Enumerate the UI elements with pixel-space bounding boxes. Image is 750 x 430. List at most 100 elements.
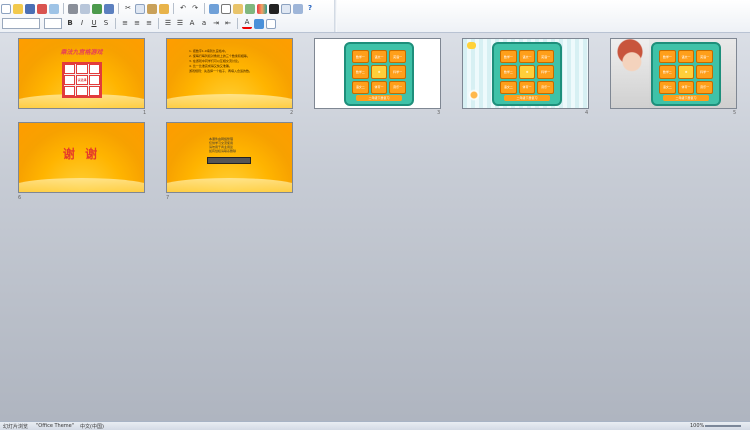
cut-icon[interactable]: ✂ (123, 4, 133, 14)
insert-icon[interactable] (245, 3, 255, 14)
numbering-icon[interactable]: ☰ (175, 19, 185, 29)
print-icon[interactable] (68, 3, 78, 14)
game-cell: 数学二 (352, 65, 369, 79)
nine-grid: 请选择 (62, 62, 102, 98)
slide-title: 乘法九宫格游戏 (60, 49, 103, 56)
game-cell: 体育一 (370, 80, 388, 94)
game-cell: 语文一 (370, 50, 388, 64)
grid-cell (88, 86, 100, 96)
align-right-icon[interactable]: ≡ (144, 19, 154, 29)
grid-cell (76, 86, 88, 96)
game-board: 数学一 语文一 英语一 数学二 ✚ 科学一 语文二 体育一 音乐一 二年级下册复… (492, 42, 562, 106)
grid-cell (88, 64, 100, 74)
game-grid: 数学一 语文一 英语一 数学二 ✚ 科学一 语文二 体育一 音乐一 (659, 50, 713, 94)
wave-decoration (167, 94, 292, 108)
bold-icon[interactable]: B (65, 19, 75, 29)
game-cell: 体育一 (518, 80, 536, 94)
design-icon[interactable] (254, 18, 264, 29)
chart-icon[interactable] (233, 3, 243, 14)
game-cell: 数学二 (659, 65, 676, 79)
outdent-icon[interactable]: ⇤ (223, 19, 233, 29)
game-cell: 数学一 (659, 50, 676, 64)
open-icon[interactable] (13, 3, 23, 14)
align-left-icon[interactable]: ≡ (120, 19, 130, 29)
new-slide-icon[interactable] (266, 18, 276, 29)
research-icon[interactable] (104, 3, 114, 14)
bullets-icon[interactable]: ☰ (163, 19, 173, 29)
indent-icon[interactable]: ⇥ (211, 19, 221, 29)
game-center-icon: ✚ (677, 65, 695, 79)
game-cell: 数学一 (352, 50, 369, 64)
new-icon[interactable] (1, 3, 11, 14)
slide-thumbnail[interactable]: 1. 把数字1-9填到九宫格中。 2. 使每行每列和对角线上的三个数乘积相等。 … (166, 38, 293, 109)
print-preview-icon[interactable] (80, 3, 90, 14)
expand-icon[interactable] (281, 3, 291, 14)
slide-thumbnail[interactable]: 数学一 语文一 英语一 数学二 ✚ 科学一 语文二 体育一 音乐一 二年级下册复… (462, 38, 589, 109)
toolbar-separator (115, 18, 116, 29)
shadow-icon[interactable]: S (101, 19, 111, 29)
slide-number: 4 (585, 110, 589, 116)
slide-thumbnail[interactable]: 数学一 语文一 英语一 数学二 ✚ 科学一 语文二 体育一 音乐一 二年级下册复… (314, 38, 441, 109)
game-cell: 语文二 (659, 80, 676, 94)
font-color-icon[interactable]: A (242, 19, 252, 29)
board-footer: 二年级下册复习 (504, 95, 550, 101)
game-cell: 音乐一 (537, 80, 554, 94)
zoom-slider[interactable] (705, 425, 741, 427)
slide-thumbnail[interactable]: 数学一 语文一 英语一 数学二 ✚ 科学一 语文二 体育一 音乐一 二年级下册复… (610, 38, 737, 109)
grid-cell (76, 64, 88, 74)
increase-font-icon[interactable]: A (187, 19, 197, 29)
text-line: 游戏规则：先选择一个格子，再填入合适的数。 (189, 69, 253, 73)
game-cell: 英语一 (537, 50, 554, 64)
grid-cell (64, 64, 76, 74)
toolbar-separator (118, 3, 119, 14)
game-grid: 数学一 语文一 英语一 数学二 ✚ 科学一 语文二 体育一 音乐一 (352, 50, 406, 94)
slide-text: 本课件由网络整理 仅供学习交流使用 请勿用于商业用途 如有侵权请联系删除 (209, 137, 236, 153)
board-footer: 二年级下册复习 (663, 95, 709, 101)
grid-cell: 请选择 (76, 75, 88, 85)
game-center-icon: ✚ (518, 65, 536, 79)
copy-icon[interactable] (135, 3, 145, 14)
game-cell: 数学二 (500, 65, 517, 79)
save-icon[interactable] (25, 3, 35, 14)
grayscale-icon[interactable] (269, 3, 279, 14)
spelling-icon[interactable] (92, 3, 102, 14)
sun-icon (467, 42, 476, 49)
redo-icon[interactable]: ↷ (190, 4, 200, 14)
slide-thumbnail[interactable]: 乘法九宫格游戏 请选择 (18, 38, 145, 109)
text-line: 如有侵权请联系删除 (209, 149, 237, 153)
underline-icon[interactable]: U (89, 19, 99, 29)
toolbar-separator (204, 3, 205, 14)
game-grid: 数学一 语文一 英语一 数学二 ✚ 科学一 语文二 体育一 音乐一 (500, 50, 554, 94)
font-name-combo[interactable] (2, 18, 40, 29)
game-cell: 语文二 (500, 80, 517, 94)
paste-icon[interactable] (147, 3, 157, 14)
help-icon[interactable]: ? (305, 4, 315, 14)
thanks-text: 谢 谢 (62, 147, 101, 161)
toolbar-separator (173, 3, 174, 14)
hyperlink-icon[interactable] (209, 3, 219, 14)
format-painter-icon[interactable] (159, 3, 169, 14)
email-icon[interactable] (49, 3, 59, 14)
character-illustration (611, 39, 649, 108)
game-cell: 科学一 (696, 65, 713, 79)
undo-icon[interactable]: ↶ (178, 4, 188, 14)
center-icon[interactable]: ≡ (132, 19, 142, 29)
permission-icon[interactable] (37, 3, 47, 14)
slide-thumbnail[interactable]: 谢 谢 (18, 122, 145, 193)
italic-icon[interactable]: I (77, 19, 87, 29)
slide-button (207, 157, 251, 164)
game-cell: 语文二 (352, 80, 369, 94)
game-cell: 音乐一 (389, 80, 406, 94)
wave-decoration (167, 178, 292, 192)
theme-label: "Office Theme" (36, 423, 75, 429)
game-cell: 语文一 (518, 50, 536, 64)
slide-text: 1. 把数字1-9填到九宫格中。 2. 使每行每列和对角线上的三个数乘积相等。 … (189, 49, 273, 74)
zoom-icon[interactable] (293, 3, 303, 14)
game-cell: 音乐一 (696, 80, 713, 94)
slide-thumbnail[interactable]: 本课件由网络整理 仅供学习交流使用 请勿用于商业用途 如有侵权请联系删除 (166, 122, 293, 193)
toolbar-separator (63, 3, 64, 14)
color-icon[interactable] (257, 3, 267, 14)
table-icon[interactable] (221, 3, 231, 14)
font-size-combo[interactable] (44, 18, 62, 29)
decrease-font-icon[interactable]: a (199, 19, 209, 29)
